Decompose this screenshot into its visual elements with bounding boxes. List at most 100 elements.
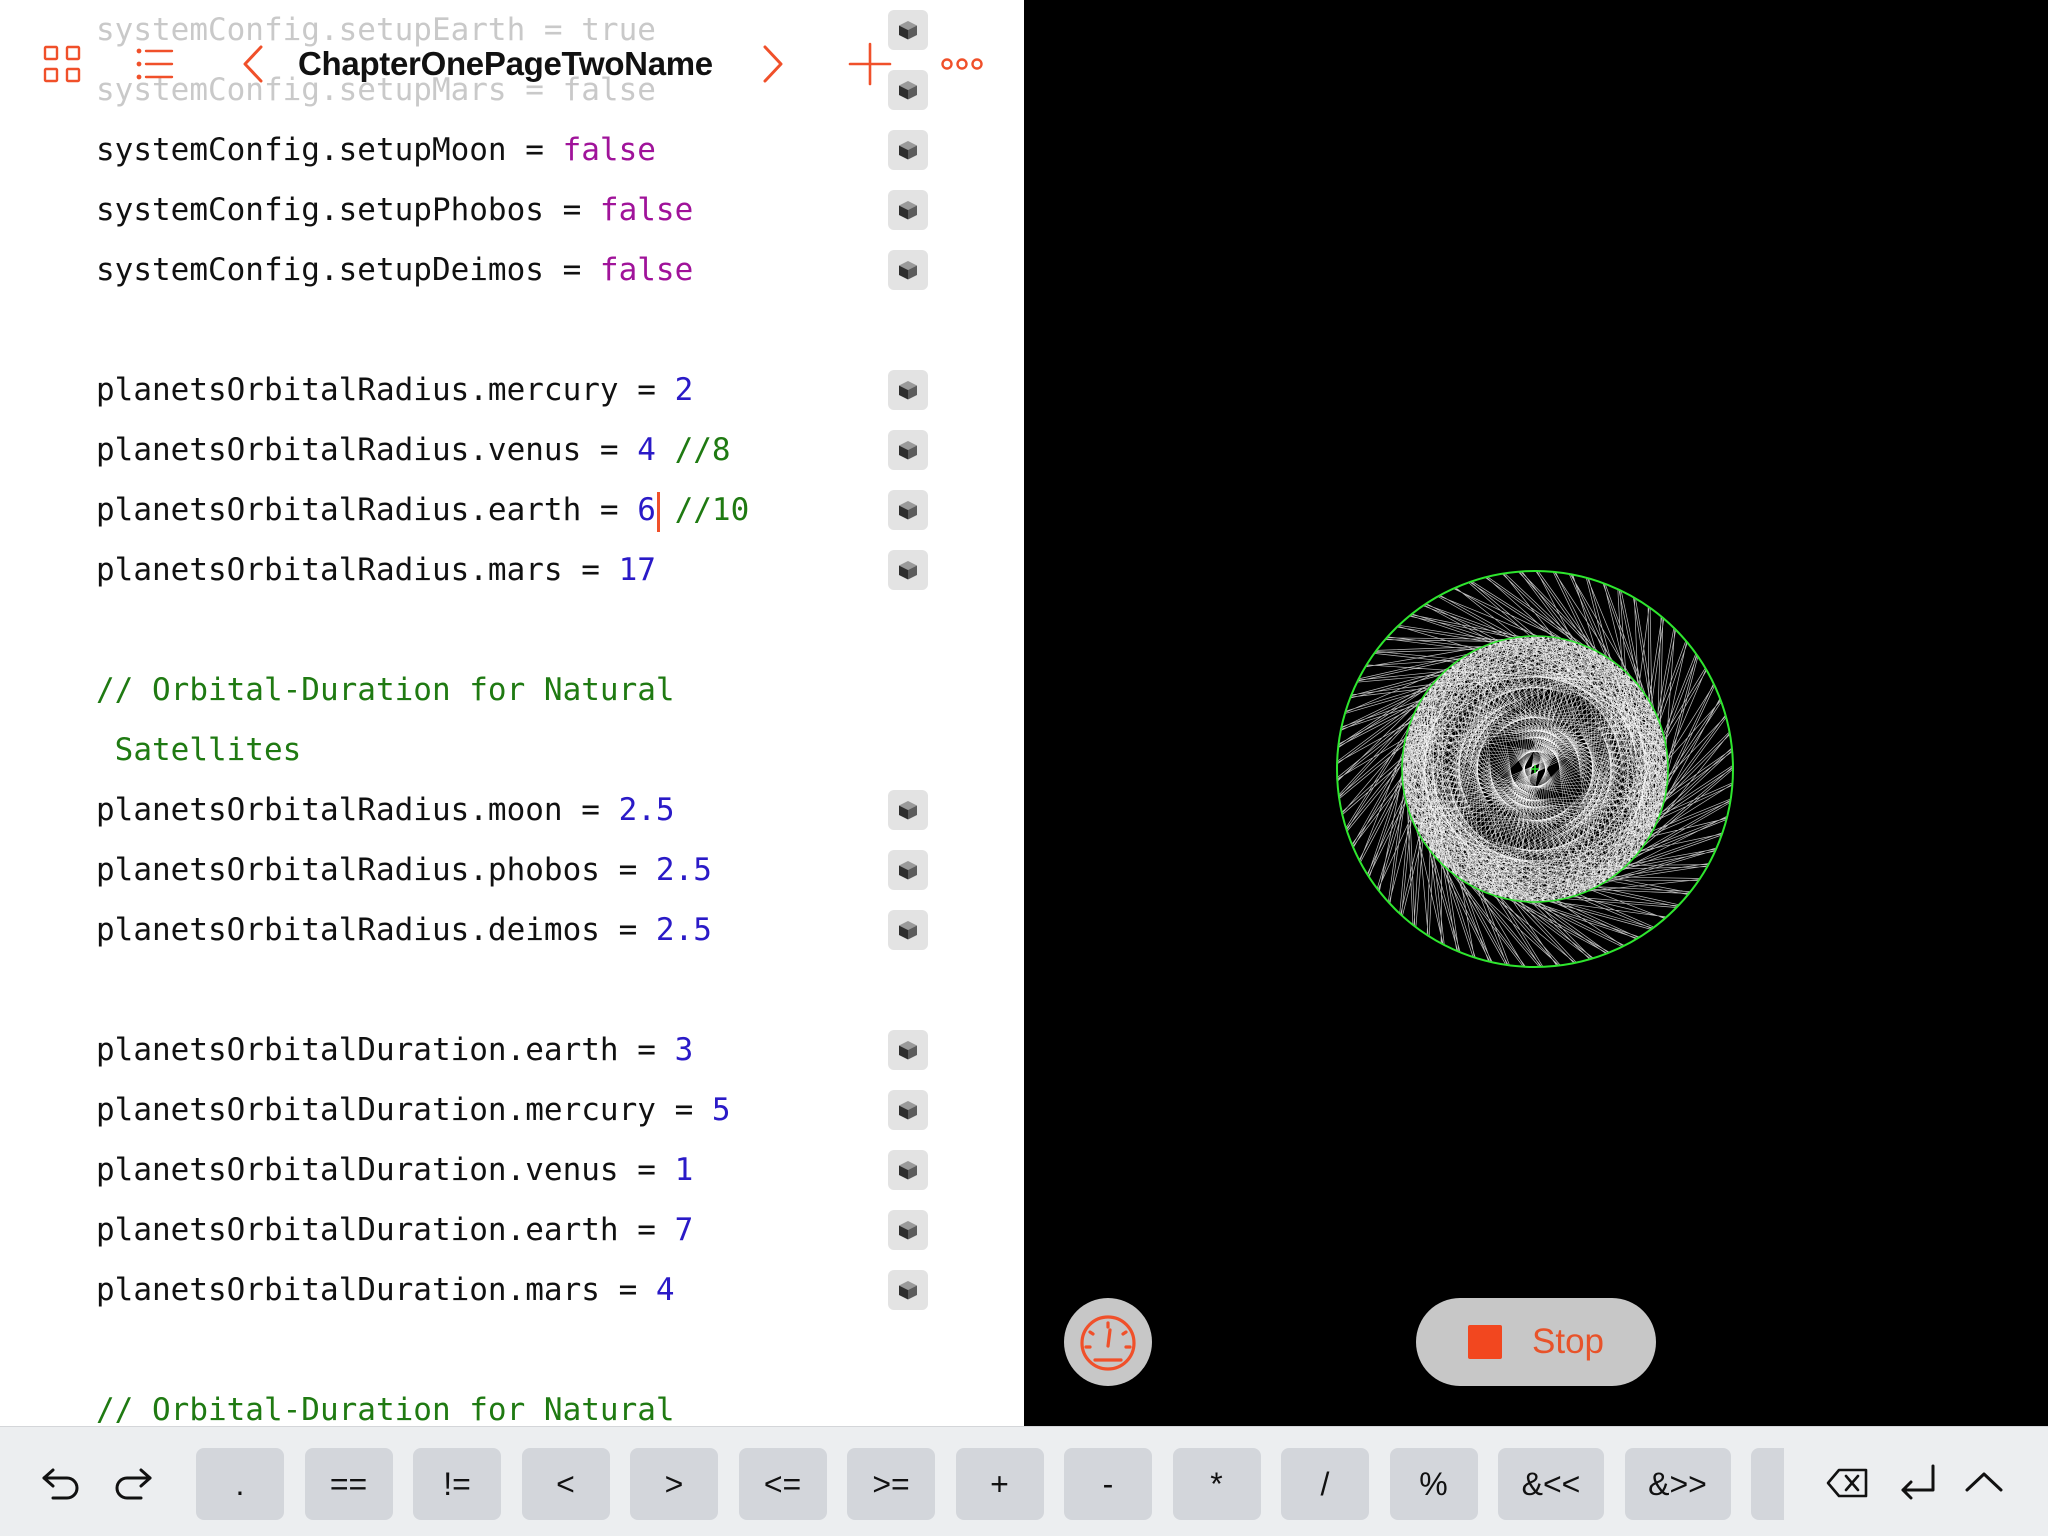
- code-comment: //8: [655, 432, 731, 468]
- code-text: planetsOrbitalDuration.mercury =: [96, 1092, 712, 1128]
- code-line[interactable]: planetsOrbitalDuration.mars = 4: [96, 1260, 675, 1320]
- redo-icon[interactable]: [106, 1457, 158, 1509]
- chevron-left-icon[interactable]: [226, 36, 282, 92]
- key-button[interactable]: >=: [847, 1448, 935, 1520]
- code-number: 2.5: [655, 852, 712, 888]
- key-button[interactable]: !=: [413, 1448, 501, 1520]
- result-cube-icon[interactable]: [888, 490, 928, 530]
- code-line[interactable]: planetsOrbitalDuration.earth = 7: [96, 1200, 693, 1260]
- undo-icon[interactable]: [36, 1457, 88, 1509]
- operator-keys: . == != < > <= >= +-* /% &<< &>>&: [196, 1427, 1784, 1536]
- code-line[interactable]: Satellites: [96, 720, 302, 780]
- stop-icon: [1468, 1325, 1502, 1359]
- code-number: 2.5: [618, 792, 675, 828]
- stop-label: Stop: [1532, 1322, 1604, 1361]
- code-comment: Satellites: [96, 732, 302, 768]
- result-cube-icon[interactable]: [888, 790, 928, 830]
- result-cube-icon[interactable]: [888, 1270, 928, 1310]
- code-editor[interactable]: systemConfig.setupEarth = true systemConf…: [0, 0, 1024, 1426]
- code-text: planetsOrbitalRadius.deimos =: [96, 912, 656, 948]
- code-text: planetsOrbitalRadius.phobos =: [96, 852, 656, 888]
- code-line[interactable]: planetsOrbitalRadius.earth = 6 //10: [96, 480, 749, 540]
- code-number: 5: [711, 1092, 731, 1128]
- orbit-sphere-drawing: [1336, 570, 1734, 968]
- result-cube-icon[interactable]: [888, 910, 928, 950]
- code-number: 17: [618, 552, 656, 588]
- key-button[interactable]: %: [1389, 1448, 1478, 1520]
- code-line[interactable]: planetsOrbitalDuration.earth = 3: [96, 1020, 693, 1080]
- key-button[interactable]: &<<: [1498, 1448, 1604, 1520]
- code-text: planetsOrbitalDuration.venus =: [96, 1152, 675, 1188]
- code-number: 7: [674, 1212, 694, 1248]
- result-cube-icon[interactable]: [888, 1150, 928, 1190]
- code-line[interactable]: planetsOrbitalRadius.venus = 4 //8: [96, 420, 731, 480]
- navigation-bar: ChapterOnePageTwoName: [0, 24, 1024, 104]
- speedometer-button[interactable]: [1064, 1298, 1152, 1386]
- code-number: 3: [674, 1032, 694, 1068]
- key-button[interactable]: +: [955, 1448, 1044, 1520]
- code-line[interactable]: systemConfig.setupPhobos = false: [96, 180, 693, 240]
- result-cube-icon[interactable]: [888, 1210, 928, 1250]
- hide-keyboard-icon[interactable]: [1958, 1457, 2010, 1509]
- code-line[interactable]: planetsOrbitalRadius.deimos = 2.5: [96, 900, 712, 960]
- code-text: planetsOrbitalRadius.earth =: [96, 492, 638, 528]
- code-keyword: false: [599, 252, 694, 288]
- code-number: 1: [674, 1152, 694, 1188]
- key-button[interactable]: <: [521, 1448, 610, 1520]
- result-cube-icon[interactable]: [888, 370, 928, 410]
- result-cube-icon[interactable]: [888, 1090, 928, 1130]
- live-view[interactable]: Stop: [1024, 0, 2048, 1426]
- code-comment: // Orbital-Duration for Natural: [96, 672, 675, 708]
- result-cube-icon[interactable]: [888, 190, 928, 230]
- code-comment: //10: [655, 492, 750, 528]
- code-line[interactable]: planetsOrbitalRadius.mercury = 2: [96, 360, 693, 420]
- chevron-right-icon[interactable]: [744, 36, 800, 92]
- code-line[interactable]: // Orbital-Duration for Natural: [96, 1380, 675, 1426]
- result-cube-icon[interactable]: [888, 130, 928, 170]
- key-button[interactable]: &: [1751, 1448, 1784, 1520]
- code-text: systemConfig.setupPhobos =: [96, 192, 600, 228]
- code-keyword: false: [562, 132, 656, 168]
- key-button[interactable]: ==: [304, 1448, 393, 1520]
- key-button[interactable]: <=: [738, 1448, 827, 1520]
- code-line[interactable]: planetsOrbitalRadius.mars = 17: [96, 540, 656, 600]
- code-number: 6: [637, 492, 656, 528]
- speedometer-icon: [1080, 1315, 1136, 1371]
- plus-icon[interactable]: [842, 36, 898, 92]
- code-keyword: false: [599, 192, 694, 228]
- code-text: planetsOrbitalRadius.venus =: [96, 432, 638, 468]
- code-line[interactable]: planetsOrbitalDuration.venus = 1: [96, 1140, 693, 1200]
- key-button[interactable]: -: [1064, 1448, 1152, 1520]
- result-cube-icon[interactable]: [888, 430, 928, 470]
- key-button[interactable]: .: [196, 1448, 284, 1520]
- result-cube-icon[interactable]: [888, 250, 928, 290]
- result-cube-icon[interactable]: [888, 850, 928, 890]
- code-number: 4: [637, 432, 656, 468]
- stop-button[interactable]: Stop: [1416, 1298, 1656, 1386]
- code-line[interactable]: planetsOrbitalRadius.moon = 2.5: [96, 780, 675, 840]
- code-text: planetsOrbitalDuration.mars =: [96, 1272, 656, 1308]
- code-line[interactable]: systemConfig.setupMoon = false: [96, 120, 656, 180]
- delete-icon[interactable]: [1822, 1457, 1874, 1509]
- return-icon[interactable]: [1892, 1457, 1944, 1509]
- code-text: planetsOrbitalRadius.moon =: [96, 792, 619, 828]
- code-line[interactable]: planetsOrbitalDuration.mercury = 5: [96, 1080, 731, 1140]
- key-button[interactable]: &>>: [1624, 1448, 1731, 1520]
- code-line[interactable]: // Orbital-Duration for Natural: [96, 660, 675, 720]
- code-number: 2: [674, 372, 694, 408]
- code-text: planetsOrbitalDuration.earth =: [96, 1032, 675, 1068]
- code-text: planetsOrbitalRadius.mars =: [96, 552, 619, 588]
- code-line[interactable]: systemConfig.setupDeimos = false: [96, 240, 693, 300]
- more-icon[interactable]: [934, 36, 990, 92]
- code-line[interactable]: planetsOrbitalRadius.phobos = 2.5: [96, 840, 712, 900]
- code-text: systemConfig.setupDeimos =: [96, 252, 600, 288]
- shortcut-bar: . == != < > <= >= +-* /% &<< &>>&: [0, 1426, 2048, 1536]
- code-number: 4: [655, 1272, 675, 1308]
- result-cube-icon[interactable]: [888, 1030, 928, 1070]
- key-button[interactable]: /: [1281, 1448, 1369, 1520]
- grid-icon[interactable]: [34, 36, 90, 92]
- result-cube-icon[interactable]: [888, 550, 928, 590]
- key-button[interactable]: >: [630, 1448, 718, 1520]
- key-button[interactable]: *: [1172, 1448, 1261, 1520]
- list-icon[interactable]: [126, 36, 182, 92]
